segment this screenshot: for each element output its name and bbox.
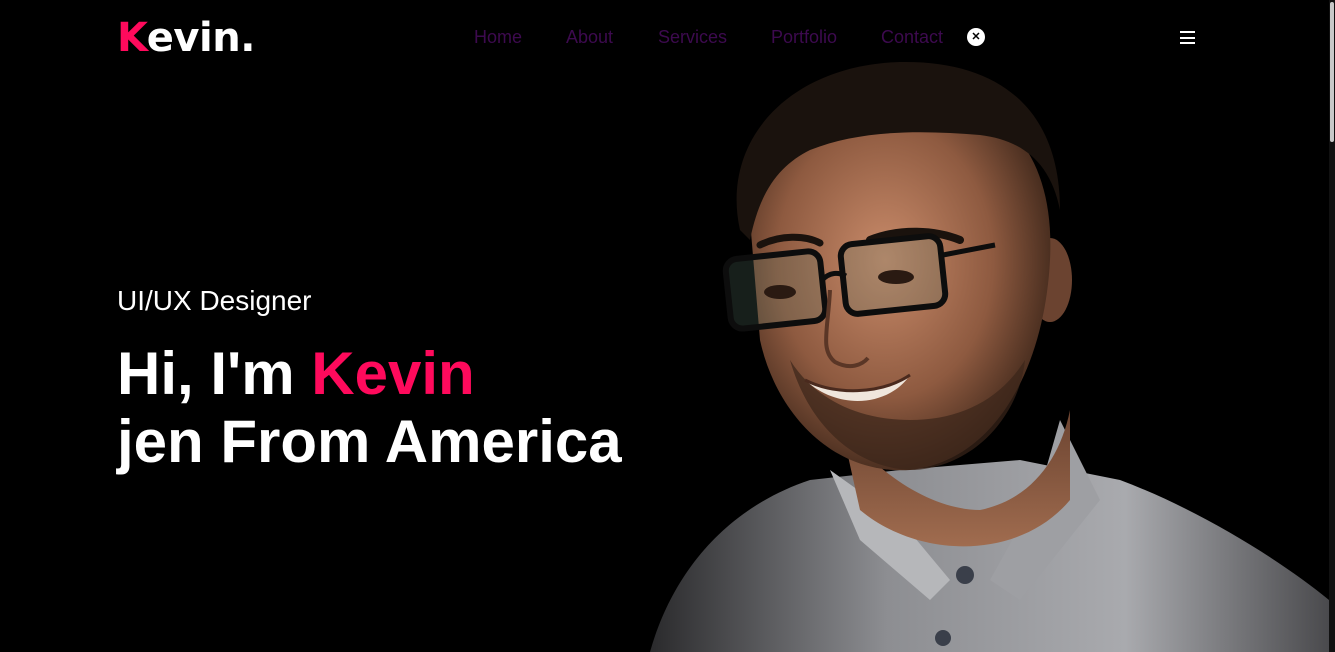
hero-name: Kevin [311,340,475,407]
eye-right [878,270,914,284]
scrollbar-thumb[interactable] [1330,2,1334,142]
hero-greeting: Hi, I'm [117,340,312,407]
page-scrollbar[interactable] [1329,0,1335,652]
shirt-button [956,566,974,584]
portrait-photo [650,61,1329,652]
hero-subtitle: UI/UX Designer [117,285,312,316]
site-logo[interactable]: Kevin. [117,14,255,62]
menu-bar [1180,31,1195,33]
logo-text: evin. [146,15,256,61]
hero-title: Hi, I'm Kevin [117,340,475,408]
hero-title-line2: jen From America [117,408,622,475]
shirt-shape [650,460,1329,652]
eye-left [764,285,796,299]
logo-initial: K [117,15,147,61]
shirt-button [935,630,951,646]
page: Kevin. Home About Services Portfolio Con… [0,0,1335,652]
nav-home[interactable]: Home [474,26,522,48]
menu-bar [1180,36,1195,39]
